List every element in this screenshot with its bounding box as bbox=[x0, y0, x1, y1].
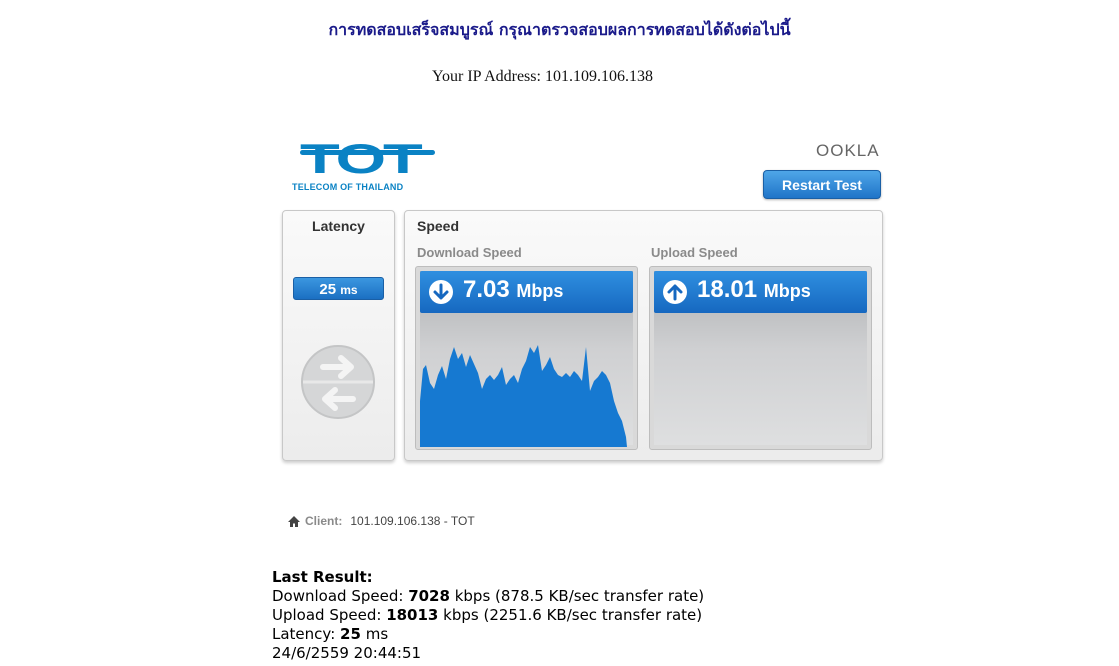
ip-label: Your IP Address: bbox=[432, 68, 541, 85]
completion-message: การทดสอบเสร็จสมบูรณ์ กรุณาตรวจสอบผลการทด… bbox=[328, 20, 791, 39]
latency-title: Latency bbox=[312, 218, 365, 234]
logo-word: TOT bbox=[300, 135, 423, 182]
ip-address-line: Your IP Address: 101.109.106.138 bbox=[0, 68, 1085, 86]
upload-gauge: 18.01 Mbps bbox=[649, 266, 872, 450]
download-speed-value: 7.03 bbox=[463, 276, 510, 303]
upload-speed-value: 18.01 bbox=[697, 276, 758, 303]
home-icon bbox=[288, 516, 300, 528]
exchange-arrows-icon bbox=[301, 345, 375, 419]
latency-panel: Latency 25 ms bbox=[282, 210, 395, 461]
download-gauge: 7.03 Mbps bbox=[415, 266, 638, 450]
tot-logo: TOT TELECOM OF THAILAND bbox=[292, 138, 444, 194]
restart-test-button[interactable]: Restart Test bbox=[763, 170, 881, 199]
latency-unit: ms bbox=[340, 283, 358, 297]
result-download-line: Download Speed: 7028 kbps (878.5 KB/sec … bbox=[272, 587, 704, 606]
client-label: Client: bbox=[305, 514, 343, 528]
result-latency-line: Latency: 25 ms bbox=[272, 625, 704, 644]
result-upload-value: 18013 bbox=[386, 606, 439, 624]
client-info: Client: 101.109.106.138 - TOT bbox=[287, 514, 475, 528]
result-download-tail: kbps (878.5 KB/sec transfer rate) bbox=[454, 587, 705, 605]
result-upload-label: Upload Speed: bbox=[272, 606, 382, 624]
client-value: 101.109.106.138 - TOT bbox=[350, 514, 475, 528]
result-upload-tail: kbps (2251.6 KB/sec transfer rate) bbox=[443, 606, 703, 624]
result-latency-value: 25 bbox=[340, 625, 361, 643]
ip-value: 101.109.106.138 bbox=[544, 68, 653, 85]
last-result: Last Result: Download Speed: 7028 kbps (… bbox=[272, 568, 704, 663]
upload-speed-readout: 18.01 Mbps bbox=[697, 276, 811, 304]
ookla-logo: OOKLA bbox=[816, 141, 880, 160]
logo-subtitle: TELECOM OF THAILAND bbox=[292, 182, 404, 192]
latency-value: 25 bbox=[319, 281, 337, 298]
speed-panel: Speed Download Speed Upload Speed 7.03 M… bbox=[404, 210, 883, 461]
result-timestamp: 24/6/2559 20:44:51 bbox=[272, 644, 422, 662]
download-speed-readout: 7.03 Mbps bbox=[463, 276, 563, 304]
latency-badge: 25 ms bbox=[293, 277, 384, 300]
upload-speed-unit: Mbps bbox=[763, 281, 811, 301]
result-download-label: Download Speed: bbox=[272, 587, 404, 605]
result-upload-line: Upload Speed: 18013 kbps (2251.6 KB/sec … bbox=[272, 606, 704, 625]
arrow-up-icon bbox=[663, 280, 687, 304]
speed-title: Speed bbox=[417, 218, 460, 234]
download-speed-bar: 7.03 Mbps bbox=[420, 271, 633, 313]
arrow-down-icon bbox=[429, 280, 453, 304]
last-result-title: Last Result: bbox=[272, 568, 373, 586]
download-speed-unit: Mbps bbox=[516, 281, 564, 301]
download-speed-label: Download Speed bbox=[417, 245, 522, 260]
result-latency-unit: ms bbox=[365, 625, 389, 643]
upload-speed-bar: 18.01 Mbps bbox=[654, 271, 867, 313]
result-latency-label: Latency: bbox=[272, 625, 336, 643]
upload-speed-label: Upload Speed bbox=[651, 245, 738, 260]
result-download-value: 7028 bbox=[408, 587, 450, 605]
